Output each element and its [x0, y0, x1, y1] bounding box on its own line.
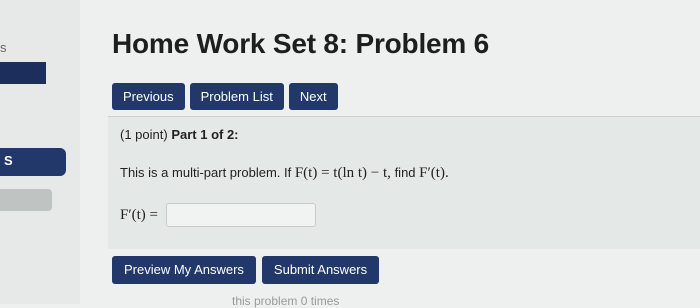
sidebar-item[interactable] [0, 189, 52, 211]
submit-answers-button[interactable]: Submit Answers [261, 256, 380, 284]
problem-nav: Previous Problem List Next [112, 83, 338, 110]
next-button[interactable]: Next [288, 83, 338, 110]
sidebar-item-label: S [4, 153, 13, 168]
points-label: (1 point) [120, 127, 168, 142]
sidebar: s S [0, 0, 80, 304]
sidebar-item-highlight[interactable] [0, 62, 46, 84]
answer-input[interactable] [166, 203, 316, 227]
part-label: Part 1 of 2: [171, 127, 239, 142]
problem-text-mid: find [394, 165, 416, 180]
problem-points: (1 point) Part 1 of 2: [120, 127, 239, 142]
sidebar-text-fragment: s [0, 40, 7, 55]
previous-button[interactable]: Previous [112, 83, 185, 110]
problem-target: F′(t). [419, 165, 449, 181]
attempts-note: this problem 0 times [232, 294, 340, 308]
problem-equation: F(t) = t(ln t) − t, [294, 165, 391, 181]
sidebar-item-active[interactable]: S [0, 148, 66, 176]
problem-list-button[interactable]: Problem List [189, 83, 284, 110]
answer-row: F′(t) = [120, 203, 316, 227]
problem-panel: (1 point) Part 1 of 2: This is a multi-p… [108, 116, 700, 249]
problem-statement: This is a multi-part problem. If F(t) = … [120, 165, 449, 182]
preview-answers-button[interactable]: Preview My Answers [112, 256, 256, 284]
page-title: Home Work Set 8: Problem 6 [112, 28, 490, 59]
problem-text-prefix: This is a multi-part problem. If [120, 165, 292, 180]
answer-actions: Preview My Answers Submit Answers [112, 256, 380, 284]
answer-label: F′(t) = [120, 206, 158, 223]
